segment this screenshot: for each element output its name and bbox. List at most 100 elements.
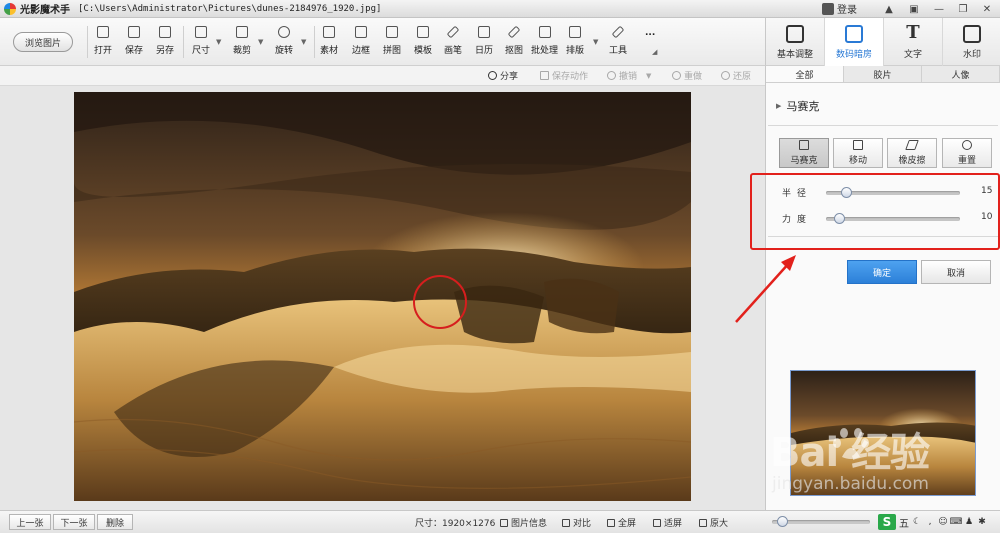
layout-dropdown-icon[interactable]: ▼ [593, 38, 598, 46]
mosaic-section-header[interactable]: ▶ 马赛克 [776, 98, 819, 114]
undo-dropdown-icon[interactable]: ▼ [646, 72, 651, 80]
brush-label: 画笔 [444, 46, 463, 56]
annotation-highlight-box [750, 173, 1000, 250]
zoom-slider-thumb[interactable] [776, 516, 788, 527]
filter-category-tabs: 全部 胶片 人像 [766, 66, 1000, 83]
title-bar: 光影魔术手 [C:\Users\Administrator\Pictures\d… [0, 0, 1000, 18]
save-action-icon [540, 71, 549, 80]
eraser-tool-button[interactable]: 橡皮擦 [887, 138, 937, 168]
layout-label: 排版 [566, 46, 585, 56]
rotate-button[interactable]: 旋转 [275, 26, 293, 60]
darkroom-icon [845, 24, 863, 43]
reset-label: 重置 [957, 156, 976, 166]
image-canvas[interactable] [0, 86, 765, 510]
share-button[interactable]: 分享 [488, 69, 518, 82]
collage-button[interactable]: 拼图 [383, 26, 401, 60]
crop-button[interactable]: 裁剪 [233, 26, 251, 60]
adjust-icon [786, 24, 804, 43]
tab-film[interactable]: 胶片 [844, 66, 922, 82]
confirm-button[interactable]: 确定 [847, 260, 917, 284]
fullscreen-label: 全屏 [618, 519, 637, 529]
sogou-ime-icon[interactable]: S [878, 514, 896, 530]
settings-icon[interactable]: ▣ [905, 2, 923, 16]
punctuation-icon[interactable]: , [925, 517, 935, 527]
app-title: 光影魔术手 [20, 5, 70, 16]
minimize-icon[interactable]: — [930, 2, 948, 16]
login-button[interactable]: 登录 [822, 1, 857, 16]
resize-dropdown-icon[interactable]: ▼ [216, 38, 221, 46]
batch-button[interactable]: 批处理 [531, 26, 558, 60]
tab-all[interactable]: 全部 [766, 66, 844, 82]
ime-mode-label[interactable]: 五 [899, 515, 909, 530]
original-size-icon [699, 518, 707, 527]
cutout-icon [507, 25, 521, 39]
delete-image-button[interactable]: 删除 [97, 514, 133, 530]
fit-screen-button[interactable]: 适屏 [653, 516, 682, 529]
restore-button[interactable]: 还原 [721, 69, 751, 82]
cutout-button[interactable]: 抠图 [505, 25, 524, 60]
cancel-button[interactable]: 取消 [921, 260, 991, 284]
save-action-button[interactable]: 保存动作 [540, 69, 588, 82]
template-icon [417, 26, 429, 38]
tab-text[interactable]: T 文字 [884, 18, 943, 66]
save-as-button[interactable]: 另存 [156, 26, 174, 60]
calendar-button[interactable]: 日历 [475, 26, 493, 60]
resize-button[interactable]: 尺寸 [192, 26, 210, 60]
toolbar-divider [87, 26, 88, 58]
text-icon: T [906, 21, 920, 43]
layout-button[interactable]: 排版 [566, 26, 584, 60]
previous-image-button[interactable]: 上一张 [9, 514, 51, 530]
image-size-text: 尺寸：1920×1276 [415, 516, 495, 529]
undo-button[interactable]: 撤销 ▼ [607, 69, 651, 82]
brush-button[interactable]: 画笔 [444, 25, 463, 60]
user-tray-icon[interactable]: ♟ [964, 517, 974, 527]
emoji-icon[interactable]: ☺ [938, 517, 948, 527]
redo-icon [672, 71, 681, 80]
moon-icon[interactable]: ☾ [912, 517, 922, 527]
skin-icon[interactable]: ▲ [880, 2, 898, 16]
tab-watermark[interactable]: 水印 [943, 18, 1000, 66]
close-icon[interactable]: ✕ [978, 2, 996, 16]
tab-digital-darkroom[interactable]: 数码暗房 [825, 18, 884, 66]
tab-portrait[interactable]: 人像 [922, 66, 1000, 82]
next-image-button[interactable]: 下一张 [53, 514, 95, 530]
reset-button[interactable]: 重置 [942, 138, 992, 168]
file-path: [C:\Users\Administrator\Pictures\dunes-2… [78, 3, 382, 14]
image-info-button[interactable]: 图片信息 [500, 516, 547, 529]
keyboard-icon[interactable]: ⌨ [950, 517, 963, 527]
border-icon [355, 26, 367, 38]
zoom-slider-track[interactable] [772, 516, 870, 527]
maximize-icon[interactable]: ❐ [954, 2, 972, 16]
fit-screen-label: 适屏 [664, 519, 683, 529]
navigator-thumbnail[interactable] [790, 370, 976, 496]
border-label: 边框 [352, 46, 371, 56]
watermark-icon [963, 24, 981, 43]
redo-button[interactable]: 重做 [672, 69, 702, 82]
dunes-photo[interactable] [74, 92, 691, 501]
template-label: 模板 [414, 46, 433, 56]
original-size-button[interactable]: 原大 [699, 516, 728, 529]
mosaic-tool-button[interactable]: 马赛克 [779, 138, 829, 168]
border-button[interactable]: 边框 [352, 26, 370, 60]
cutout-label: 抠图 [505, 46, 524, 56]
compare-button[interactable]: 对比 [562, 516, 591, 529]
rotate-dropdown-icon[interactable]: ▼ [301, 38, 306, 46]
thumbnail-art [791, 371, 975, 495]
crop-dropdown-icon[interactable]: ▼ [258, 38, 263, 46]
more-dropdown-icon[interactable]: ◢ [652, 48, 657, 56]
save-button[interactable]: 保存 [125, 26, 143, 60]
template-button[interactable]: 模板 [414, 26, 432, 60]
more-icon: ... [645, 28, 656, 38]
tab-basic-adjust[interactable]: 基本调整 [766, 18, 825, 66]
material-button[interactable]: 素材 [320, 26, 338, 60]
tools-button[interactable]: 工具 [609, 25, 627, 60]
tray-settings-icon[interactable]: ✱ [977, 517, 987, 527]
fullscreen-button[interactable]: 全屏 [607, 516, 636, 529]
open-button[interactable]: 打开 [94, 26, 112, 60]
compare-icon [562, 518, 570, 527]
darkroom-panel: 全部 胶片 人像 ▶ 马赛克 马赛克 移动 橡皮擦 重置 半径 15 力度 10… [765, 66, 1000, 510]
calendar-icon [478, 26, 490, 38]
move-tool-button[interactable]: 移动 [833, 138, 883, 168]
move-icon [853, 140, 863, 150]
browse-images-button[interactable]: 浏览图片 [13, 32, 73, 52]
